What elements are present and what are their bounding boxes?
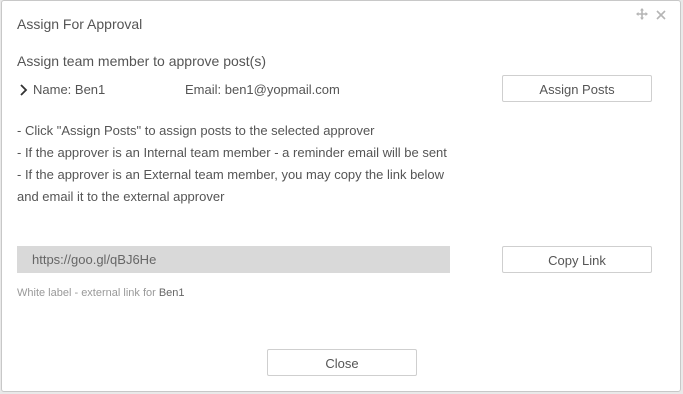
whitelabel-note: White label - external link for Ben1 (17, 287, 185, 299)
move-icon[interactable] (636, 8, 648, 22)
member-email: Email: ben1@yopmail.com (185, 82, 340, 97)
chevron-right-icon[interactable] (17, 83, 31, 97)
whitelabel-prefix: White label - external link for (17, 287, 159, 299)
external-link-field[interactable]: https://goo.gl/qBJ6He (17, 246, 450, 273)
instruction-line: - Click "Assign Posts" to assign posts t… (17, 123, 375, 138)
whitelabel-name: Ben1 (158, 287, 185, 299)
assign-approval-dialog: Assign For Approval Assign team member t… (1, 0, 681, 392)
member-name: Name: Ben1 (33, 82, 106, 97)
copy-link-button[interactable]: Copy Link (502, 246, 652, 273)
member-row: Name: Ben1 Email: ben1@yopmail.com (17, 82, 340, 97)
section-subtitle: Assign team member to approve post(s) (17, 53, 266, 69)
close-button[interactable]: Close (267, 349, 417, 376)
instructions: - Click "Assign Posts" to assign posts t… (17, 120, 447, 208)
dialog-title: Assign For Approval (17, 16, 143, 32)
instruction-line: - If the approver is an Internal team me… (17, 145, 447, 160)
close-icon[interactable] (656, 8, 666, 22)
assign-posts-button[interactable]: Assign Posts (502, 75, 652, 102)
instruction-line: - If the approver is an External team me… (17, 167, 445, 182)
instruction-line: and email it to the external approver (17, 189, 225, 204)
dialog-controls (636, 8, 666, 22)
